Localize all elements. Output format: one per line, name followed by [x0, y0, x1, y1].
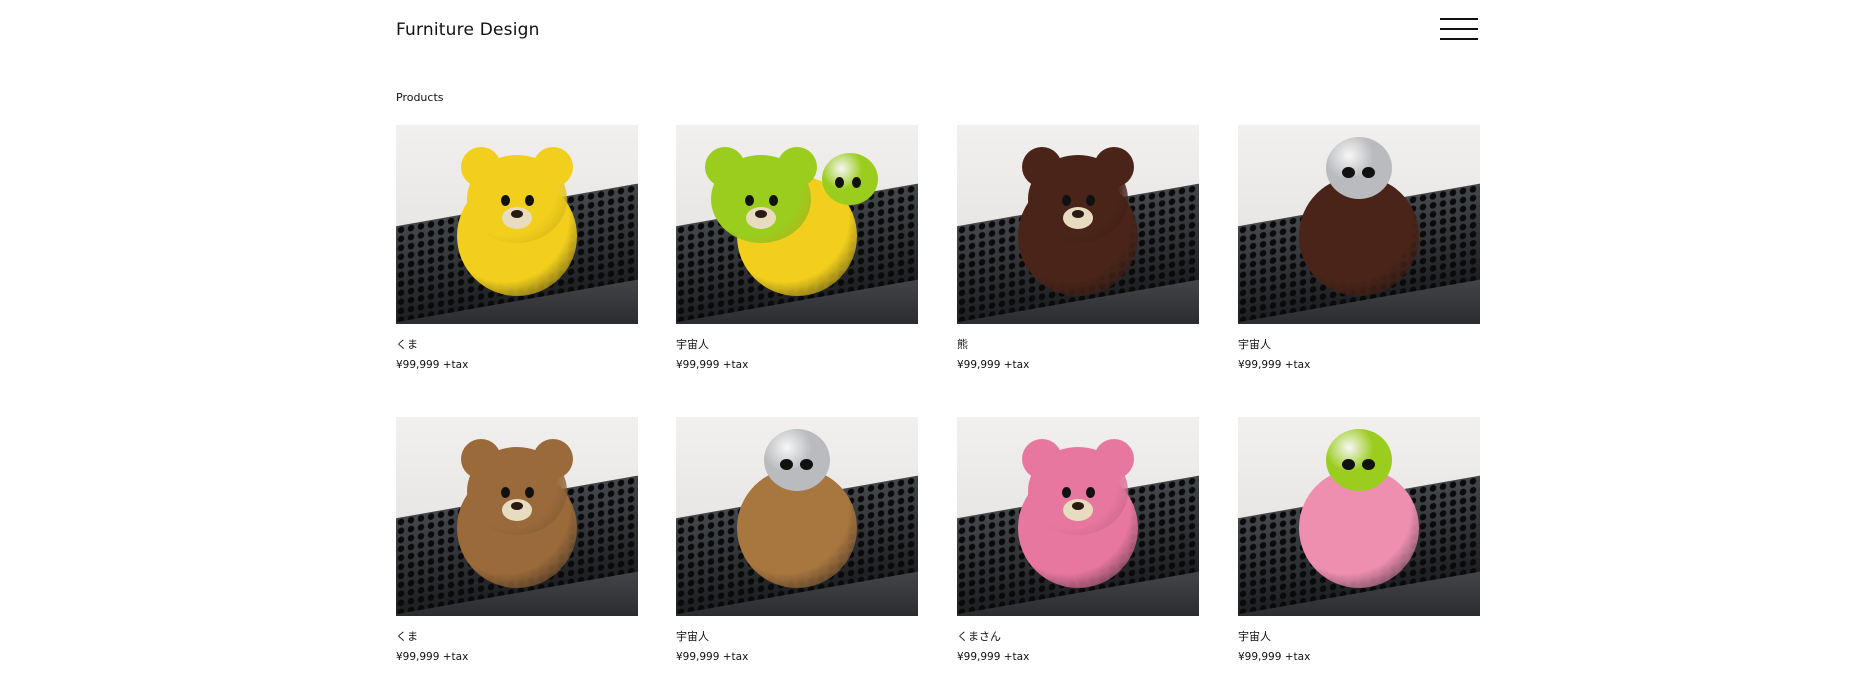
- product-price: ¥99,999 +tax: [957, 359, 1030, 371]
- product-name[interactable]: くま: [396, 336, 638, 351]
- product-image[interactable]: [1238, 125, 1480, 324]
- hamburger-menu-icon[interactable]: [1440, 17, 1480, 43]
- product-image[interactable]: [396, 417, 638, 616]
- section-title: Products: [396, 91, 444, 104]
- product-price: ¥99,999 +tax: [1238, 359, 1311, 371]
- product-name[interactable]: 宇宙人: [1238, 336, 1480, 351]
- product-price: ¥99,999 +tax: [957, 651, 1030, 663]
- product-image[interactable]: [676, 417, 918, 616]
- product-image[interactable]: [396, 125, 638, 324]
- product-name[interactable]: 熊: [957, 336, 1199, 351]
- product-card[interactable]: 宇宙人 ¥99,999 +tax: [676, 417, 918, 663]
- product-card[interactable]: くま ¥99,999 +tax: [396, 125, 638, 371]
- product-card[interactable]: くまさん ¥99,999 +tax: [957, 417, 1199, 663]
- product-price: ¥99,999 +tax: [676, 359, 749, 371]
- product-image[interactable]: [957, 125, 1199, 324]
- product-name[interactable]: 宇宙人: [676, 628, 918, 643]
- product-card[interactable]: 熊 ¥99,999 +tax: [957, 125, 1199, 371]
- product-card[interactable]: 宇宙人 ¥99,999 +tax: [1238, 417, 1480, 663]
- site-title[interactable]: Furniture Design: [396, 20, 540, 40]
- product-name[interactable]: くまさん: [957, 628, 1199, 643]
- product-price: ¥99,999 +tax: [1238, 651, 1311, 663]
- product-price: ¥99,999 +tax: [396, 359, 469, 371]
- product-price: ¥99,999 +tax: [676, 651, 749, 663]
- product-image[interactable]: [676, 125, 918, 324]
- product-name[interactable]: 宇宙人: [676, 336, 918, 351]
- product-image[interactable]: [1238, 417, 1480, 616]
- product-name[interactable]: くま: [396, 628, 638, 643]
- product-name[interactable]: 宇宙人: [1238, 628, 1480, 643]
- product-card[interactable]: くま ¥99,999 +tax: [396, 417, 638, 663]
- product-card[interactable]: 宇宙人 ¥99,999 +tax: [676, 125, 918, 371]
- product-price: ¥99,999 +tax: [396, 651, 469, 663]
- product-card[interactable]: 宇宙人 ¥99,999 +tax: [1238, 125, 1480, 371]
- product-image[interactable]: [957, 417, 1199, 616]
